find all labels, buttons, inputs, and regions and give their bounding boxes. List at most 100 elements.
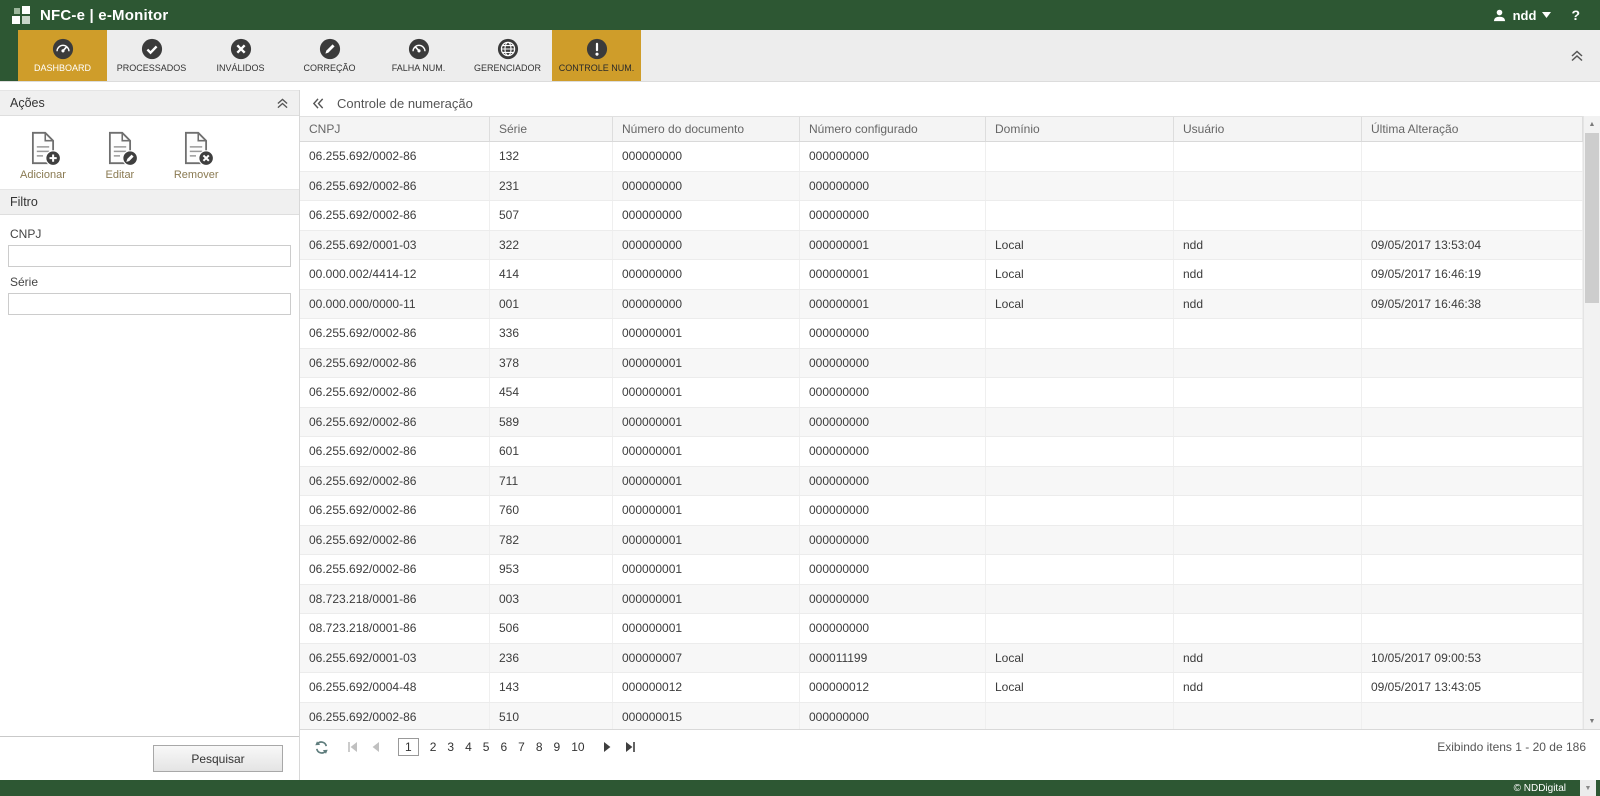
table-row[interactable]: 06.255.692/0002-86711000000001000000000	[300, 467, 1583, 497]
pencil-circle-icon	[319, 38, 341, 60]
toolbar-tabs: DASHBOARDPROCESSADOSINVÁLIDOSCORREÇÃOFAL…	[18, 30, 641, 81]
scrollbar-thumb[interactable]	[1585, 133, 1599, 303]
page-button-9[interactable]: 9	[554, 740, 561, 754]
action-remover[interactable]: Remover	[174, 130, 219, 181]
document-edit-icon	[102, 130, 138, 166]
table-row[interactable]: 06.255.692/0001-03236000000007000011199L…	[300, 644, 1583, 674]
table-cell: 000000000	[800, 319, 986, 348]
table-cell: 06.255.692/0002-86	[300, 437, 490, 466]
table-row[interactable]: 06.255.692/0002-86336000000001000000000	[300, 319, 1583, 349]
table-cell	[1174, 201, 1362, 230]
copyright: © NDDigital	[1514, 783, 1580, 794]
page-button-4[interactable]: 4	[465, 740, 472, 754]
scroll-down-arrow[interactable]: ▼	[1584, 713, 1600, 729]
page-scroll-down-arrow[interactable]: ▼	[1580, 780, 1596, 796]
cnpj-input[interactable]	[8, 245, 291, 267]
column-header-dominio[interactable]: Domínio	[986, 117, 1174, 141]
tab-processados[interactable]: PROCESSADOS	[107, 30, 196, 81]
column-header-cnpj[interactable]: CNPJ	[300, 117, 490, 141]
table-row[interactable]: 06.255.692/0002-86782000000001000000000	[300, 526, 1583, 556]
page-button-3[interactable]: 3	[447, 740, 454, 754]
table-cell: 000000000	[613, 290, 800, 319]
table-cell	[1362, 319, 1583, 348]
table-row[interactable]: 06.255.692/0002-86454000000001000000000	[300, 378, 1583, 408]
table-cell: 00.000.000/0000-11	[300, 290, 490, 319]
last-page-button[interactable]	[623, 741, 637, 753]
prev-page-button[interactable]	[369, 741, 383, 753]
data-table: CNPJSérieNúmero do documentoNúmero confi…	[300, 116, 1583, 729]
sidebar: Ações AdicionarEditarRemover Filtro CNPJ…	[0, 90, 300, 780]
table-row[interactable]: 00.000.000/0000-11001000000000000000001L…	[300, 290, 1583, 320]
action-editar[interactable]: Editar	[102, 130, 138, 181]
column-header-numero-do-documento[interactable]: Número do documento	[613, 117, 800, 141]
table-cell	[1174, 555, 1362, 584]
document-add-icon	[25, 130, 61, 166]
actions-section-header[interactable]: Ações	[0, 90, 299, 116]
table-cell	[986, 614, 1174, 643]
table-row[interactable]: 08.723.218/0001-86506000000001000000000	[300, 614, 1583, 644]
table-cell: 08.723.218/0001-86	[300, 585, 490, 614]
table-cell: 06.255.692/0001-03	[300, 644, 490, 673]
table-cell	[986, 408, 1174, 437]
table-row[interactable]: 08.723.218/0001-86003000000001000000000	[300, 585, 1583, 615]
table-row[interactable]: 06.255.692/0002-86132000000000000000000	[300, 142, 1583, 172]
table-cell: ndd	[1174, 290, 1362, 319]
serie-input[interactable]	[8, 293, 291, 315]
page-button-2[interactable]: 2	[430, 740, 437, 754]
page-button-1[interactable]: 1	[398, 738, 419, 756]
tab-invalidos[interactable]: INVÁLIDOS	[196, 30, 285, 81]
vertical-scrollbar[interactable]: ▲ ▼	[1583, 116, 1600, 729]
table-row[interactable]: 06.255.692/0002-86510000000015000000000	[300, 703, 1583, 730]
app-window: NFC-e | e-Monitor ndd ? DASHBOARDPROCESS…	[0, 0, 1600, 796]
table-row[interactable]: 06.255.692/0002-86231000000000000000000	[300, 172, 1583, 202]
table-row[interactable]: 06.255.692/0002-86507000000000000000000	[300, 201, 1583, 231]
table-cell: 000000000	[613, 201, 800, 230]
column-header-numero-configurado[interactable]: Número configurado	[800, 117, 986, 141]
collapse-actions-icon[interactable]	[276, 98, 289, 109]
action-adicionar[interactable]: Adicionar	[20, 130, 66, 181]
first-page-button[interactable]	[346, 741, 360, 753]
table-row[interactable]: 06.255.692/0002-86953000000001000000000	[300, 555, 1583, 585]
collapse-sidebar-button[interactable]	[312, 97, 325, 110]
page-button-5[interactable]: 5	[483, 740, 490, 754]
user-menu[interactable]: ndd	[1492, 8, 1552, 23]
column-header-usuario[interactable]: Usuário	[1174, 117, 1362, 141]
page-button-6[interactable]: 6	[500, 740, 507, 754]
table-cell	[1174, 526, 1362, 555]
table-row[interactable]: 06.255.692/0002-86601000000001000000000	[300, 437, 1583, 467]
column-header-ultima-alteracao[interactable]: Última Alteração	[1362, 117, 1583, 141]
tab-correcao[interactable]: CORREÇÃO	[285, 30, 374, 81]
scroll-up-arrow[interactable]: ▲	[1584, 116, 1600, 132]
toolbar-collapse-button[interactable]	[1570, 50, 1584, 62]
refresh-button[interactable]	[314, 740, 329, 755]
page-button-8[interactable]: 8	[536, 740, 543, 754]
table-row[interactable]: 06.255.692/0001-03322000000000000000001L…	[300, 231, 1583, 261]
table-cell	[986, 201, 1174, 230]
tab-gerenciador[interactable]: GERENCIADOR	[463, 30, 552, 81]
next-page-button[interactable]	[600, 741, 614, 753]
page-button-10[interactable]: 10	[571, 740, 584, 754]
column-header-serie[interactable]: Série	[490, 117, 613, 141]
table-cell	[1362, 201, 1583, 230]
table-cell: 000000000	[800, 555, 986, 584]
table-row[interactable]: 06.255.692/0002-86589000000001000000000	[300, 408, 1583, 438]
table-row[interactable]: 06.255.692/0002-86760000000001000000000	[300, 496, 1583, 526]
scrollbar-track[interactable]	[1584, 132, 1600, 713]
last-page-icon	[624, 741, 636, 753]
table-cell	[1174, 437, 1362, 466]
table-row[interactable]: 00.000.002/4414-12414000000000000000001L…	[300, 260, 1583, 290]
help-button[interactable]: ?	[1571, 7, 1580, 23]
tab-falha-num[interactable]: FALHA NUM.	[374, 30, 463, 81]
table-cell: Local	[986, 673, 1174, 702]
page-button-7[interactable]: 7	[518, 740, 525, 754]
table-row[interactable]: 06.255.692/0002-86378000000001000000000	[300, 349, 1583, 379]
search-button[interactable]: Pesquisar	[153, 745, 283, 772]
table-row[interactable]: 06.255.692/0004-48143000000012000000012L…	[300, 673, 1583, 703]
table-cell: 09/05/2017 16:46:38	[1362, 290, 1583, 319]
tab-controle-num[interactable]: CONTROLE NUM.	[552, 30, 641, 81]
refresh-icon	[314, 740, 329, 755]
table-cell: 001	[490, 290, 613, 319]
table-cell	[1362, 703, 1583, 730]
table-cell	[1362, 467, 1583, 496]
tab-dashboard[interactable]: DASHBOARD	[18, 30, 107, 81]
